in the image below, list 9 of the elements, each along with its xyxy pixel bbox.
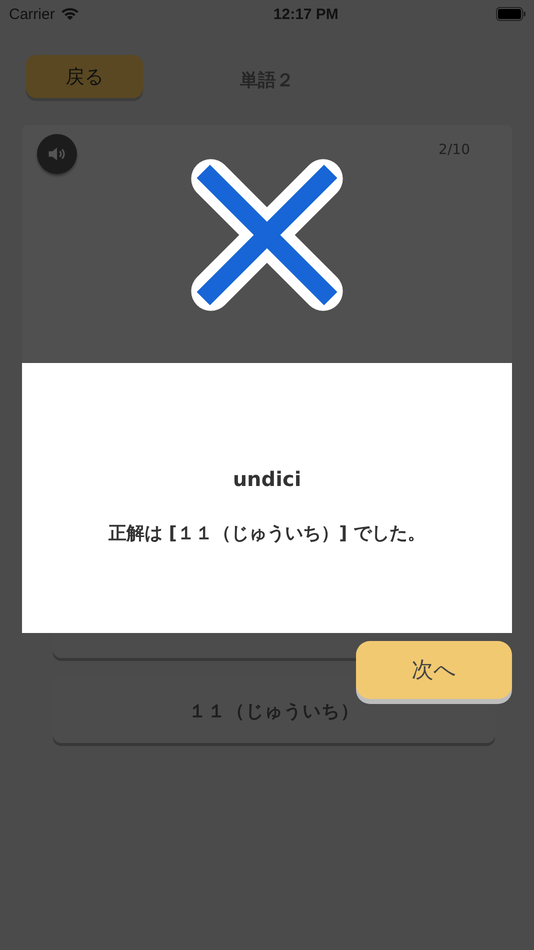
carrier-label: Carrier xyxy=(9,6,55,22)
result-message: 正解は [１１（じゅういち）] でした。 xyxy=(108,522,426,545)
next-button[interactable]: 次へ xyxy=(356,641,512,699)
speaker-button[interactable] xyxy=(37,134,77,174)
answer-word: undici xyxy=(232,467,302,491)
clock-time: 12:17 PM xyxy=(273,6,338,22)
back-button[interactable]: 戻る xyxy=(26,55,143,98)
battery-icon xyxy=(496,7,526,21)
wifi-icon xyxy=(60,7,80,21)
